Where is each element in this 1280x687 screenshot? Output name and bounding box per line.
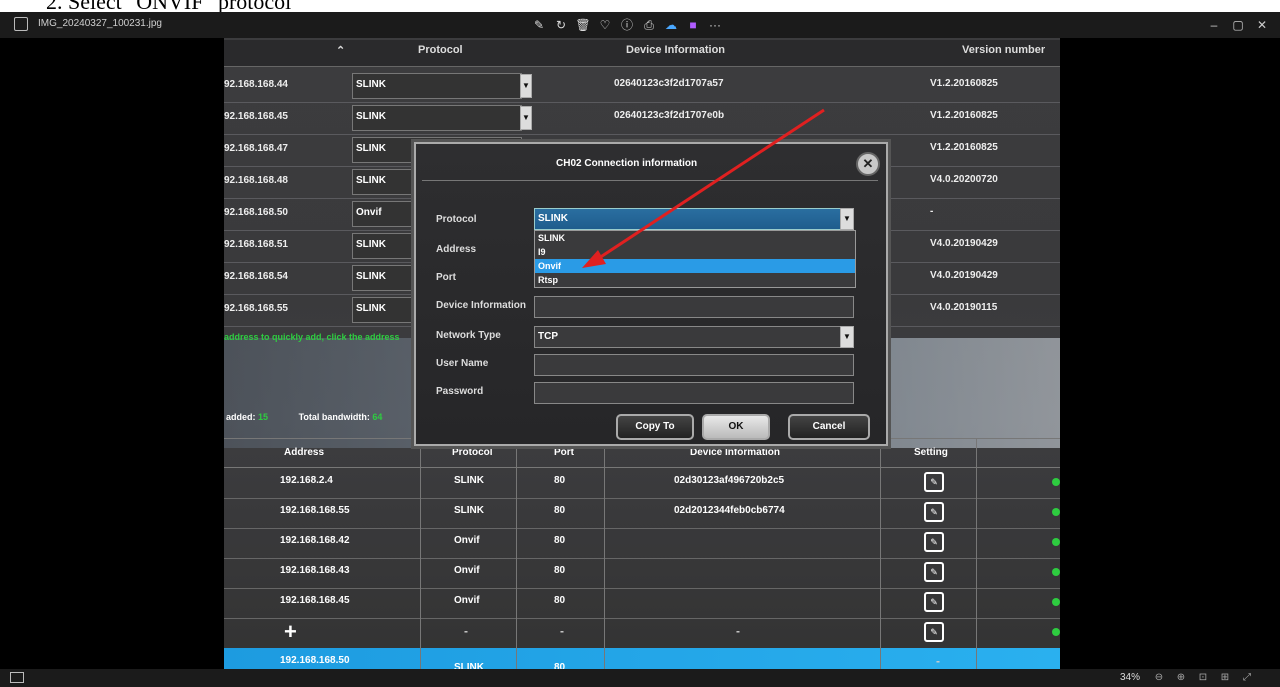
- maximize-button[interactable]: ▢: [1226, 15, 1250, 35]
- clipchamp-icon[interactable]: ■: [682, 15, 704, 35]
- viewer-title-bar: IMG_20240327_100231.jpg ✎ ↻ 🗑 ♡ ⓘ ⎙ ☁ ■ ··· – ▢ …: [0, 12, 1280, 38]
- photo: ⌃ Protocol Device Information Version nu…: [224, 38, 1060, 669]
- viewer-toolbar: ✎ ↻ 🗑 ♡ ⓘ ⎙ ☁ ■ ···: [528, 15, 726, 35]
- fit-icon[interactable]: ⊡: [1192, 670, 1214, 686]
- delete-icon[interactable]: 🗑: [572, 15, 594, 35]
- image-stage: ⌃ Protocol Device Information Version nu…: [0, 38, 1280, 669]
- zoom-level: 34%: [1120, 672, 1141, 683]
- arrow-line: [595, 108, 825, 262]
- favorite-icon[interactable]: ♡: [594, 15, 616, 35]
- filmstrip-icon[interactable]: [10, 672, 24, 683]
- info-icon[interactable]: ⓘ: [616, 15, 638, 35]
- status-icons: ⊖ ⊕ ⊡ ⊞ ⤢: [1148, 670, 1258, 686]
- annotation-arrow: [582, 108, 825, 268]
- zoom-out-icon[interactable]: ⊖: [1148, 670, 1170, 686]
- zoom-in-icon[interactable]: ⊕: [1170, 670, 1192, 686]
- minimize-button[interactable]: –: [1202, 15, 1226, 35]
- file-name: IMG_20240327_100231.jpg: [38, 18, 162, 29]
- actual-size-icon[interactable]: ⊞: [1214, 670, 1236, 686]
- fullscreen-icon[interactable]: ⤢: [1236, 670, 1258, 686]
- viewer-status-bar: 34% ⊖ ⊕ ⊡ ⊞ ⤢: [0, 669, 1280, 687]
- arrow-head: [582, 250, 606, 268]
- instruction-caption: 2. Select "ONVIF" protocol: [0, 0, 1280, 12]
- edit-image-icon[interactable]: ✎: [528, 15, 550, 35]
- caption-text: 2. Select "ONVIF" protocol: [46, 0, 291, 12]
- close-button[interactable]: ✕: [1250, 15, 1274, 35]
- photos-app-icon: [14, 17, 28, 31]
- rotate-icon[interactable]: ↻: [550, 15, 572, 35]
- cloud-icon[interactable]: ☁: [660, 15, 682, 35]
- more-icon[interactable]: ···: [704, 15, 726, 35]
- window-controls: – ▢ ✕: [1202, 15, 1274, 35]
- print-icon[interactable]: ⎙: [638, 15, 660, 35]
